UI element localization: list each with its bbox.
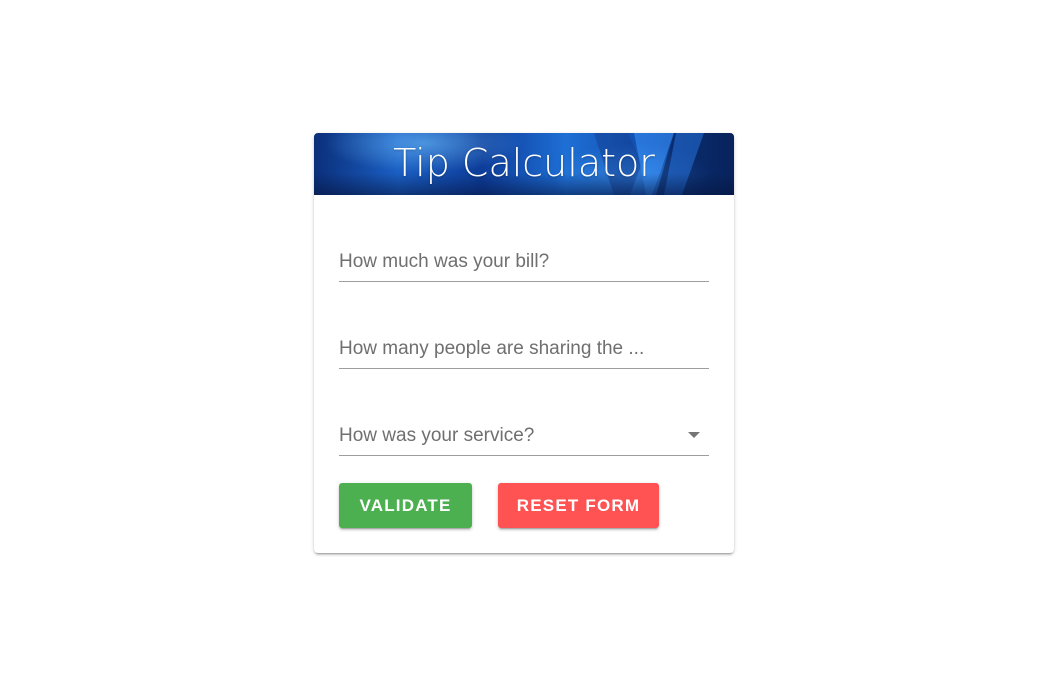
service-select[interactable]: How was your service? (339, 419, 709, 456)
caret-down-icon[interactable] (688, 432, 700, 438)
card-banner: Tip Calculator (314, 133, 734, 195)
people-count-input[interactable] (339, 332, 709, 366)
reset-form-button[interactable]: Reset Form (498, 483, 659, 528)
bill-amount-input[interactable] (339, 245, 709, 279)
service-select-label: How was your service? (339, 425, 535, 446)
tip-calculator-card: Tip Calculator How much was your bill? H… (314, 133, 734, 553)
validate-button[interactable]: Validate (339, 483, 472, 528)
card-title: Tip Calculator (393, 141, 655, 185)
people-count-field[interactable]: How many people are sharing the ... (339, 332, 709, 369)
bill-amount-field[interactable]: How much was your bill? (339, 245, 709, 282)
